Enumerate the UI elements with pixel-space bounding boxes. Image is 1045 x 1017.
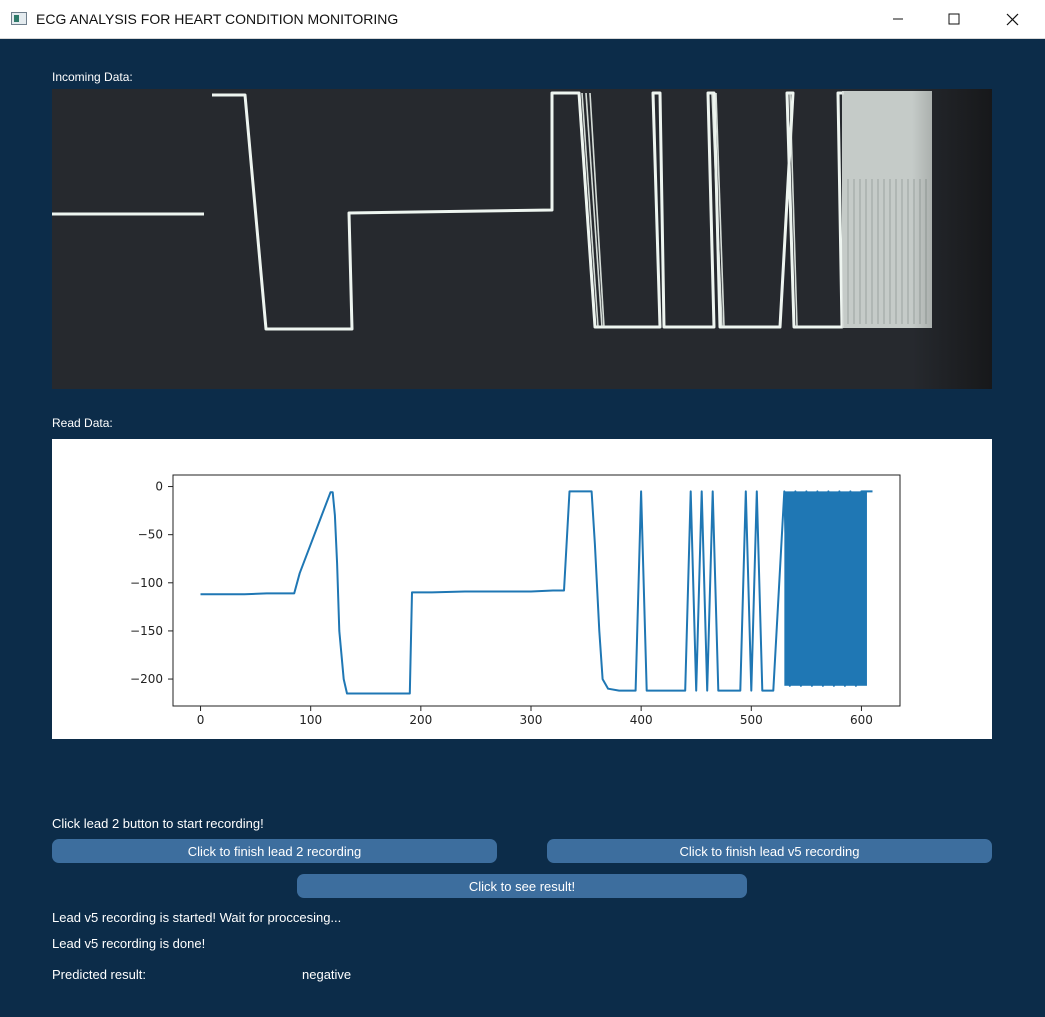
y-tick-label: −200 <box>130 672 163 686</box>
x-tick-label: 0 <box>197 713 205 727</box>
v5-started-status: Lead v5 recording is started! Wait for p… <box>52 910 342 925</box>
minimize-button[interactable] <box>869 0 927 38</box>
recording-instruction: Click lead 2 button to start recording! <box>52 816 264 831</box>
predicted-result-value: negative <box>302 967 352 982</box>
predicted-result-label: Predicted result: <box>52 967 146 982</box>
finish-lead2-button[interactable]: Click to finish lead 2 recording <box>52 839 497 863</box>
incoming-data-label: Incoming Data: <box>52 70 133 84</box>
read-data-plot: 0 100 200 300 400 500 600 0 −50 −100 −150 −200 <box>52 439 992 739</box>
y-tick-label: −150 <box>130 624 163 638</box>
v5-done-status: Lead v5 recording is done! <box>52 936 206 951</box>
close-icon <box>1006 13 1018 25</box>
x-tick-label: 600 <box>850 713 873 727</box>
app-icon <box>11 12 27 25</box>
ecg-dense-region <box>784 491 867 686</box>
y-tick-label: 0 <box>155 480 163 494</box>
maximize-icon <box>948 13 960 25</box>
y-tick-label: −100 <box>130 576 163 590</box>
x-tick-label: 200 <box>409 713 432 727</box>
y-tick-label: −50 <box>138 528 163 542</box>
ecg-series-line <box>200 490 873 695</box>
x-tick-label: 500 <box>740 713 763 727</box>
see-result-button[interactable]: Click to see result! <box>297 874 747 898</box>
close-button[interactable] <box>983 0 1041 38</box>
read-data-chart: 0 100 200 300 400 500 600 0 −50 −100 −150 −200 <box>130 474 901 727</box>
window-title: ECG ANALYSIS FOR HEART CONDITION MONITOR… <box>36 11 399 27</box>
x-tick-label: 400 <box>630 713 653 727</box>
oscilloscope-trace <box>52 91 932 331</box>
x-tick-label: 300 <box>520 713 543 727</box>
title-bar: ECG ANALYSIS FOR HEART CONDITION MONITOR… <box>0 0 1045 39</box>
finish-lead-v5-button[interactable]: Click to finish lead v5 recording <box>547 839 992 863</box>
minimize-icon <box>893 18 903 20</box>
incoming-data-image <box>52 89 992 389</box>
app-window: ECG ANALYSIS FOR HEART CONDITION MONITOR… <box>0 0 1045 1017</box>
maximize-button[interactable] <box>925 0 983 38</box>
x-tick-label: 100 <box>299 713 322 727</box>
read-data-label: Read Data: <box>52 416 113 430</box>
